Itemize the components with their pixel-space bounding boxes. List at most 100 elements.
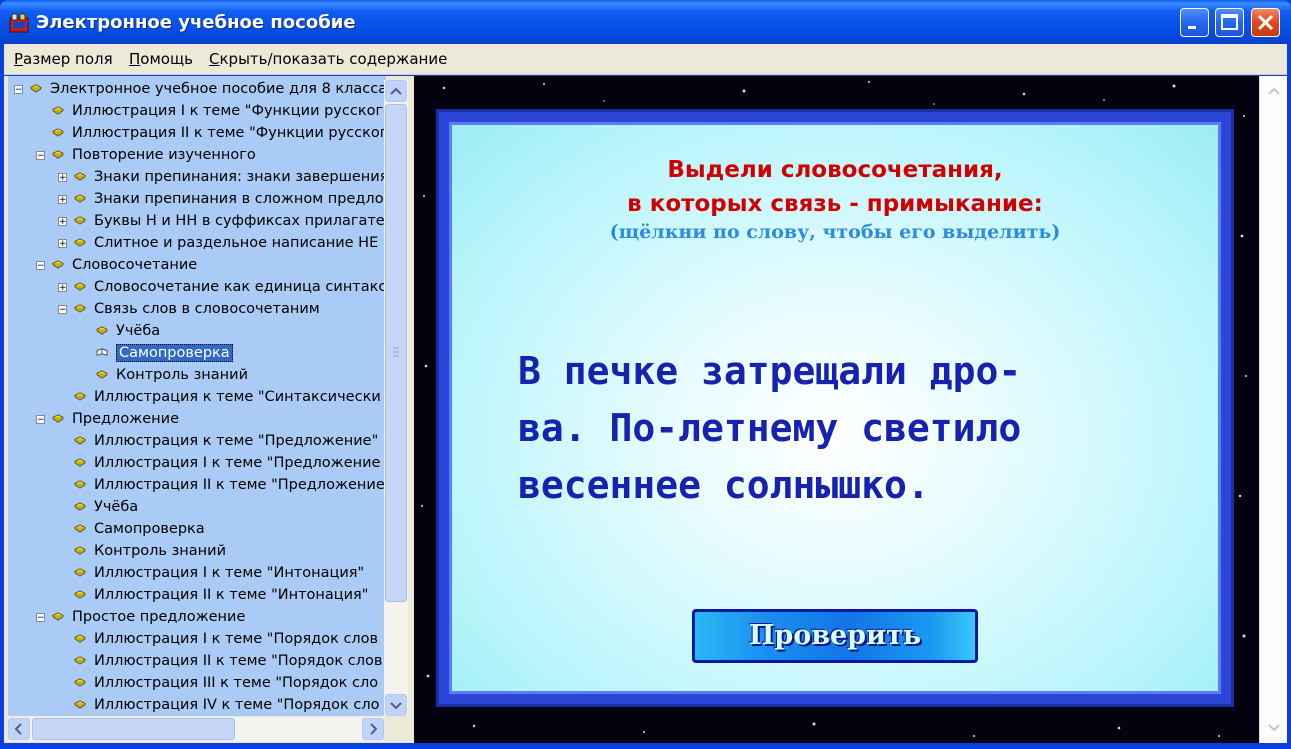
- book-icon: [74, 282, 86, 291]
- book-icon: [96, 370, 108, 379]
- tree-item[interactable]: − Словосочетание: [8, 256, 386, 278]
- check-button-label: Проверить: [748, 620, 922, 651]
- tree-item-label: Самопроверка: [94, 521, 205, 537]
- chevron-up-icon[interactable]: [1260, 80, 1287, 104]
- collapse-icon[interactable]: −: [36, 151, 45, 161]
- expand-icon[interactable]: +: [58, 195, 67, 205]
- chevron-up-icon: [390, 87, 402, 95]
- collapse-icon[interactable]: −: [14, 85, 23, 95]
- book-icon: [96, 326, 108, 335]
- tree-item[interactable]: + Словосочетание как единица синтакс: [8, 278, 386, 300]
- tree-item-label: Иллюстрация I к теме "Интонация": [94, 565, 365, 581]
- tree-horizontal-scrollbar[interactable]: [8, 717, 384, 741]
- tree-item[interactable]: + Знаки препинания: знаки завершения: [8, 168, 386, 190]
- tree-item[interactable]: Иллюстрация I к теме "Функции русского: [8, 102, 386, 124]
- tree-item[interactable]: Самопроверка: [8, 520, 386, 542]
- scroll-down-button[interactable]: [385, 694, 407, 716]
- tree-item[interactable]: − Повторение изученного: [8, 146, 386, 168]
- tree-item[interactable]: + Слитное и раздельное написание НЕ: [8, 234, 386, 256]
- menu-field-size-accel: Р: [14, 50, 24, 68]
- sentence-line-2[interactable]: ва. По-летнему светило: [518, 400, 1198, 457]
- content-vertical-scrollbar[interactable]: [1259, 76, 1287, 743]
- book-icon: [74, 590, 86, 599]
- tree-item[interactable]: − Предложение: [8, 410, 386, 432]
- tree-item[interactable]: Учёба: [8, 322, 386, 344]
- tree-item[interactable]: Самопроверка: [8, 344, 386, 366]
- open-book-icon: [96, 348, 108, 356]
- exercise-panel: Выдели словосочетания, в которых связь -…: [449, 122, 1221, 694]
- scroll-up-button[interactable]: [385, 80, 407, 102]
- app-icon[interactable]: [8, 12, 30, 34]
- book-icon: [52, 128, 64, 137]
- menu-toggle-contents-label: крыть/показать содержание: [219, 50, 448, 68]
- tree-item-label: Простое предложение: [72, 609, 246, 625]
- tree-item[interactable]: Иллюстрация I к теме "Порядок слов: [8, 630, 386, 652]
- tree-item[interactable]: Иллюстрация II к теме "Интонация": [8, 586, 386, 608]
- menu-toggle-contents-accel: С: [209, 50, 220, 68]
- tree-item[interactable]: Иллюстрация II к теме "Порядок слов: [8, 652, 386, 674]
- book-icon: [74, 700, 86, 709]
- collapse-icon[interactable]: −: [36, 261, 45, 271]
- scroll-right-button[interactable]: [362, 718, 384, 740]
- exercise-sentence[interactable]: В печке затрещали дро- ва. По-летнему св…: [518, 343, 1198, 514]
- sentence-line-1[interactable]: В печке затрещали дро-: [518, 343, 1198, 400]
- chevron-down-icon[interactable]: [1260, 716, 1287, 740]
- contents-tree[interactable]: − Электронное учебное пособие для 8 класс…: [8, 76, 386, 716]
- sentence-line-3[interactable]: весеннее солнышко.: [518, 457, 1198, 514]
- book-icon: [52, 414, 64, 423]
- tree-item-label: Контроль знаний: [116, 367, 248, 383]
- window-title: Электронное учебное пособие: [36, 12, 356, 33]
- tree-item[interactable]: Иллюстрация II к теме "Функции русского: [8, 124, 386, 146]
- tree-item[interactable]: Контроль знаний: [8, 542, 386, 564]
- collapse-icon[interactable]: −: [36, 613, 45, 623]
- tree-item[interactable]: Иллюстрация II к теме "Предложение: [8, 476, 386, 498]
- grip-icon: [393, 347, 399, 357]
- tree-item-label: Иллюстрация II к теме "Интонация": [94, 587, 369, 603]
- exercise-card: Выдели словосочетания, в которых связь -…: [436, 109, 1234, 707]
- collapse-icon[interactable]: −: [36, 415, 45, 425]
- collapse-icon[interactable]: −: [58, 305, 67, 315]
- horizontal-scroll-thumb[interactable]: [32, 718, 235, 740]
- expand-icon[interactable]: +: [58, 173, 67, 183]
- title-bar[interactable]: Электронное учебное пособие: [0, 0, 1291, 44]
- menu-field-size[interactable]: Размер поля: [14, 50, 113, 68]
- tree-item-label: Знаки препинания в сложном предло: [94, 191, 384, 207]
- tree-item-label: Слитное и раздельное написание НЕ: [94, 235, 379, 251]
- tree-item[interactable]: Иллюстрация III к теме "Порядок сло: [8, 674, 386, 696]
- close-button[interactable]: [1251, 8, 1280, 37]
- book-icon: [74, 634, 86, 643]
- book-icon: [74, 392, 86, 401]
- tree-item[interactable]: Контроль знаний: [8, 366, 386, 388]
- tree-vertical-scrollbar[interactable]: [384, 80, 408, 716]
- tree-item[interactable]: Иллюстрация I к теме "Интонация": [8, 564, 386, 586]
- expand-icon[interactable]: +: [58, 239, 67, 249]
- expand-icon[interactable]: +: [58, 217, 67, 227]
- scroll-thumb[interactable]: [385, 104, 407, 602]
- tree-item-label: Самопроверка: [116, 344, 233, 362]
- minimize-button[interactable]: [1180, 8, 1209, 37]
- menu-toggle-contents[interactable]: Скрыть/показать содержание: [209, 50, 447, 68]
- maximize-button[interactable]: [1215, 8, 1244, 37]
- tree-item-label: Учёба: [116, 323, 161, 339]
- task-instruction-line1: Выдели словосочетания,: [667, 157, 1003, 183]
- tree-item[interactable]: + Буквы Н и НН в суффиксах прилагате: [8, 212, 386, 234]
- check-button[interactable]: Проверить: [692, 609, 978, 663]
- menu-help[interactable]: Помощь: [129, 50, 193, 68]
- scroll-left-button[interactable]: [8, 718, 30, 740]
- tree-item[interactable]: + Знаки препинания в сложном предло: [8, 190, 386, 212]
- expand-icon[interactable]: +: [58, 283, 67, 293]
- book-icon: [52, 106, 64, 115]
- tree-item[interactable]: Учёба: [8, 498, 386, 520]
- chevron-down-icon: [390, 702, 402, 710]
- tree-item[interactable]: − Связь слов в словосочетаним: [8, 300, 386, 322]
- content-pane: Выдели словосочетания, в которых связь -…: [414, 76, 1287, 743]
- tree-item[interactable]: − Простое предложение: [8, 608, 386, 630]
- tree-item[interactable]: Иллюстрация I к теме "Предложение: [8, 454, 386, 476]
- tree-item[interactable]: Иллюстрация к теме "Синтаксически: [8, 388, 386, 410]
- book-icon: [74, 656, 86, 665]
- tree-item[interactable]: Иллюстрация к теме "Предложение": [8, 432, 386, 454]
- tree-item[interactable]: Иллюстрация IV к теме "Порядок сло: [8, 696, 386, 716]
- tree-item-label: Иллюстрация II к теме "Порядок слов: [94, 653, 383, 669]
- app-window: Электронное учебное пособие Размер поля …: [0, 0, 1291, 749]
- tree-item[interactable]: − Электронное учебное пособие для 8 класс…: [8, 80, 386, 102]
